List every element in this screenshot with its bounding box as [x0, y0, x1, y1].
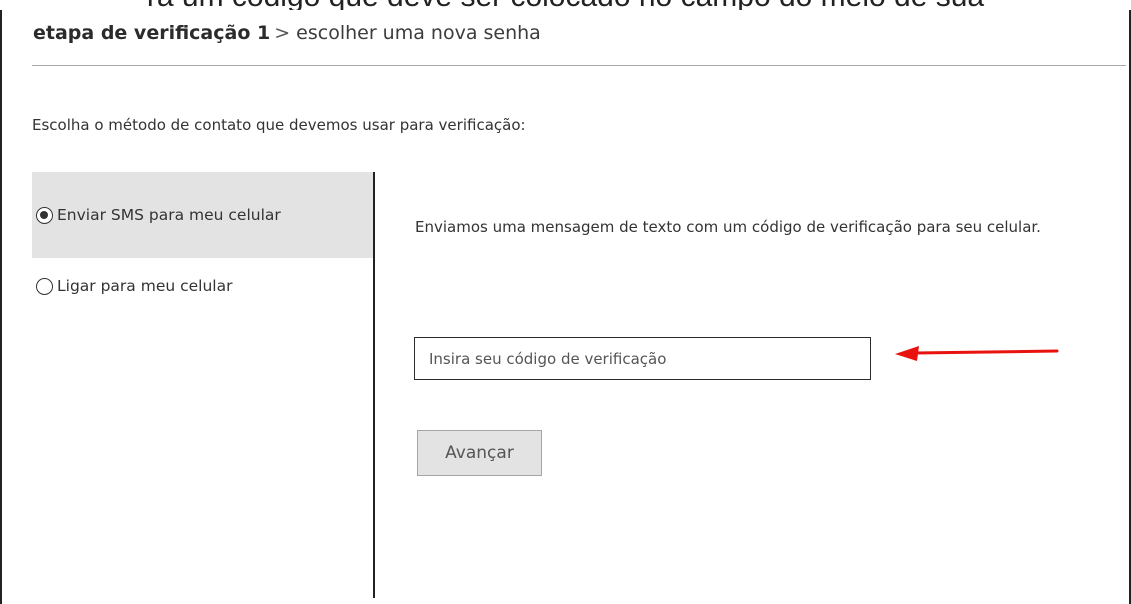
method-label-call: Ligar para meu celular — [57, 277, 233, 295]
frame-left-border — [0, 0, 2, 604]
red-arrow-icon — [895, 346, 1059, 361]
instruction-text: Escolha o método de contato que devemos … — [32, 116, 526, 134]
breadcrumb-step: etapa de verificação 1 — [33, 22, 271, 44]
header-divider — [32, 65, 1126, 66]
breadcrumb-current: escolher uma nova senha — [296, 22, 541, 44]
contact-methods-panel: Enviar SMS para meu celular Ligar para m… — [32, 172, 373, 592]
radio-unselected-icon[interactable] — [36, 277, 53, 295]
breadcrumb: etapa de verificação 1 > escolher uma nova… — [33, 22, 541, 44]
radio-selected-icon[interactable] — [36, 206, 53, 224]
method-label-sms: Enviar SMS para meu celular — [57, 206, 281, 224]
next-button[interactable]: Avançar — [417, 430, 542, 476]
breadcrumb-separator: > — [274, 22, 291, 44]
verification-code-input[interactable] — [414, 337, 871, 380]
clipped-top-text: rá um código que deve ser colocado no ca… — [0, 0, 1131, 10]
clipped-top-text-strip: rá um código que deve ser colocado no ca… — [0, 0, 1131, 10]
method-option-sms[interactable]: Enviar SMS para meu celular — [32, 172, 373, 258]
sms-sent-message: Enviamos uma mensagem de texto com um có… — [415, 218, 1041, 236]
vertical-divider — [373, 172, 375, 598]
method-option-call[interactable]: Ligar para meu celular — [32, 264, 373, 308]
